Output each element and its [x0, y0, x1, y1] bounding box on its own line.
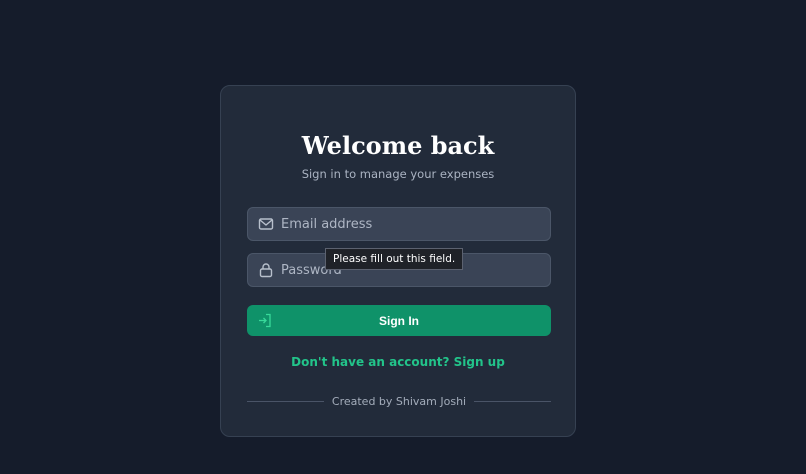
sign-in-button[interactable]: Sign In	[247, 305, 551, 336]
footer-credit: Created by Shivam Joshi	[331, 395, 467, 408]
footer: Created by Shivam Joshi	[247, 395, 552, 408]
login-card: Welcome back Sign in to manage your expe…	[220, 85, 576, 437]
email-input[interactable]	[281, 208, 550, 240]
log-in-icon	[257, 313, 272, 328]
lock-icon	[257, 261, 275, 279]
divider-left	[247, 401, 324, 402]
divider-right	[474, 401, 552, 402]
page-title: Welcome back	[301, 131, 495, 160]
mail-icon	[257, 215, 275, 233]
sign-in-label: Sign In	[379, 313, 419, 328]
page-subtitle: Sign in to manage your expenses	[301, 167, 495, 181]
email-field[interactable]	[247, 207, 551, 241]
sign-up-link[interactable]: Don't have an account? Sign up	[221, 355, 575, 369]
validation-tooltip: Please fill out this field.	[325, 248, 464, 270]
